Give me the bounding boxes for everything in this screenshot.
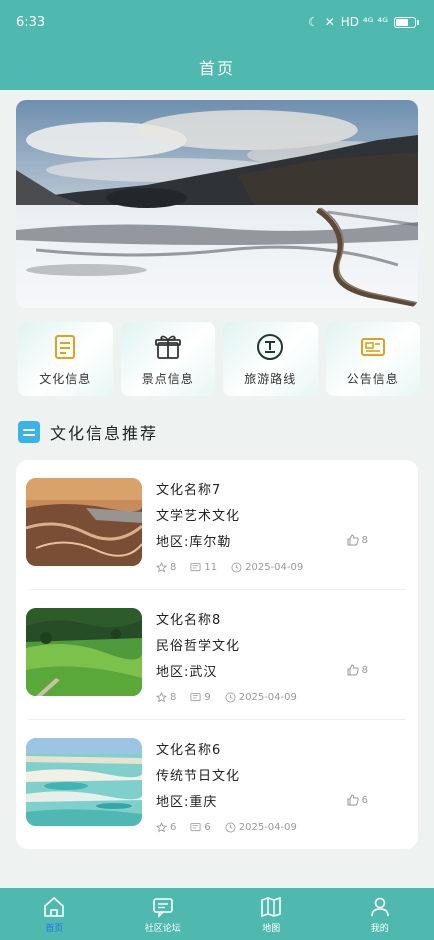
list-icon (18, 421, 40, 443)
document-icon (55, 334, 76, 359)
culture-region: 地区:武汉 (156, 665, 218, 680)
culture-type: 传统节日文化 (156, 769, 241, 784)
quick-travel-route[interactable]: 旅游路线 (223, 322, 318, 396)
like-count[interactable]: 6 (347, 794, 368, 806)
quick-travel-route-label: 旅游路线 (244, 371, 297, 386)
clock-icon (225, 692, 236, 703)
comment-value: 11 (204, 562, 218, 573)
culture-meta: 8 9 2025-04-09 (156, 692, 406, 703)
tab-home-label: 首页 (45, 923, 64, 934)
like-value: 6 (361, 794, 368, 806)
culture-name: 文化名称8 (156, 613, 222, 628)
moon-icon: ☾ (307, 15, 319, 29)
culture-thumbnail (26, 478, 142, 566)
battery-icon (394, 16, 419, 28)
gift-icon (154, 335, 181, 359)
mute-icon: ✕ (324, 15, 335, 29)
status-time: 6:33 (16, 14, 46, 30)
culture-meta: 8 11 2025-04-09 (156, 562, 406, 573)
id-card-icon (360, 337, 385, 356)
tab-forum-label: 社区论坛 (144, 923, 181, 934)
favorite-value: 8 (170, 562, 177, 573)
quick-menu: 文化信息 景点信息 旅游路线 公告信息 (0, 308, 434, 396)
quick-scenic-info-label: 景点信息 (141, 371, 194, 386)
bottom-tab-bar: 首页 社区论坛 地图 我的 (0, 888, 434, 940)
culture-region: 地区:库尔勒 (156, 535, 232, 550)
comment-count: 6 (190, 822, 211, 833)
culture-name: 文化名称7 (156, 483, 222, 498)
culture-meta: 6 6 2025-04-09 (156, 822, 406, 833)
page-title: 首页 (198, 59, 235, 78)
snow-landscape-image (16, 100, 418, 308)
culture-list: 文化名称7 文学艺术文化 地区:库尔勒 8 8 11 2025-04-09 文化… (16, 460, 418, 849)
star-icon (156, 692, 167, 703)
quick-notice-info[interactable]: 公告信息 (325, 322, 420, 396)
comment-icon (190, 822, 201, 832)
culture-thumbnail (26, 608, 142, 696)
thumbs-up-icon (347, 794, 359, 806)
user-icon (370, 897, 389, 916)
culture-type: 文学艺术文化 (156, 509, 241, 524)
clock-icon (231, 562, 242, 573)
banner-carousel[interactable] (16, 100, 418, 308)
map-icon (261, 896, 282, 917)
home-content[interactable]: 文化信息 景点信息 旅游路线 公告信息 文化信息推荐 文化名称7 文学艺术文化 … (0, 90, 434, 888)
comment-value: 6 (204, 822, 211, 833)
tab-mine[interactable]: 我的 (326, 888, 434, 940)
date-value: 2025-04-09 (238, 692, 297, 703)
tab-map-label: 地图 (262, 923, 281, 934)
comment-count: 9 (190, 692, 211, 703)
star-icon (156, 822, 167, 833)
comment-value: 9 (204, 692, 211, 703)
comment-count: 11 (190, 562, 217, 573)
culture-type: 民俗哲学文化 (156, 639, 241, 654)
section-header: 文化信息推荐 (0, 396, 434, 444)
status-icons: ☾ ✕ HD ⁴ᴳ ⁴ᴳ (307, 15, 419, 29)
tab-forum[interactable]: 社区论坛 (109, 888, 218, 940)
favorite-count: 8 (156, 692, 176, 703)
star-icon (156, 562, 167, 573)
thumbs-up-icon (347, 664, 359, 676)
culture-card[interactable]: 文化名称7 文学艺术文化 地区:库尔勒 8 8 11 2025-04-09 (26, 460, 406, 590)
culture-card[interactable]: 文化名称6 传统节日文化 地区:重庆 6 6 6 2025-04-09 (26, 720, 406, 849)
like-value: 8 (361, 534, 368, 546)
date-value: 2025-04-09 (245, 562, 304, 573)
culture-name: 文化名称6 (156, 743, 222, 758)
chat-icon (152, 897, 173, 918)
culture-thumbnail (26, 738, 142, 826)
status-bar: 6:33 ☾ ✕ HD ⁴ᴳ ⁴ᴳ (0, 0, 434, 44)
clock-icon (225, 822, 236, 833)
thumbs-up-icon (347, 534, 359, 546)
favorite-count: 6 (156, 822, 176, 833)
tab-map[interactable]: 地图 (217, 888, 326, 940)
like-count[interactable]: 8 (347, 534, 368, 546)
date-value: 2025-04-09 (238, 822, 297, 833)
quick-scenic-info[interactable]: 景点信息 (120, 322, 215, 396)
quick-culture-info-label: 文化信息 (39, 371, 92, 386)
home-icon (44, 896, 65, 917)
publish-date: 2025-04-09 (225, 692, 297, 703)
quick-notice-info-label: 公告信息 (346, 371, 399, 386)
favorite-value: 8 (170, 692, 177, 703)
comment-icon (190, 692, 201, 702)
favorite-count: 8 (156, 562, 176, 573)
tab-home[interactable]: 首页 (0, 888, 109, 940)
quick-culture-info[interactable]: 文化信息 (18, 322, 113, 396)
section-title: 文化信息推荐 (50, 424, 159, 443)
favorite-value: 6 (170, 822, 177, 833)
comment-icon (190, 562, 201, 572)
title-bar: 首页 (0, 44, 434, 90)
culture-region: 地区:重庆 (156, 795, 218, 810)
tab-mine-label: 我的 (370, 923, 389, 934)
like-value: 8 (361, 664, 368, 676)
text-circle-icon (257, 333, 284, 360)
culture-card[interactable]: 文化名称8 民俗哲学文化 地区:武汉 8 8 9 2025-04-09 (26, 590, 406, 720)
like-count[interactable]: 8 (347, 664, 368, 676)
publish-date: 2025-04-09 (231, 562, 303, 573)
publish-date: 2025-04-09 (225, 822, 297, 833)
signal-text: HD ⁴ᴳ ⁴ᴳ (340, 15, 388, 29)
